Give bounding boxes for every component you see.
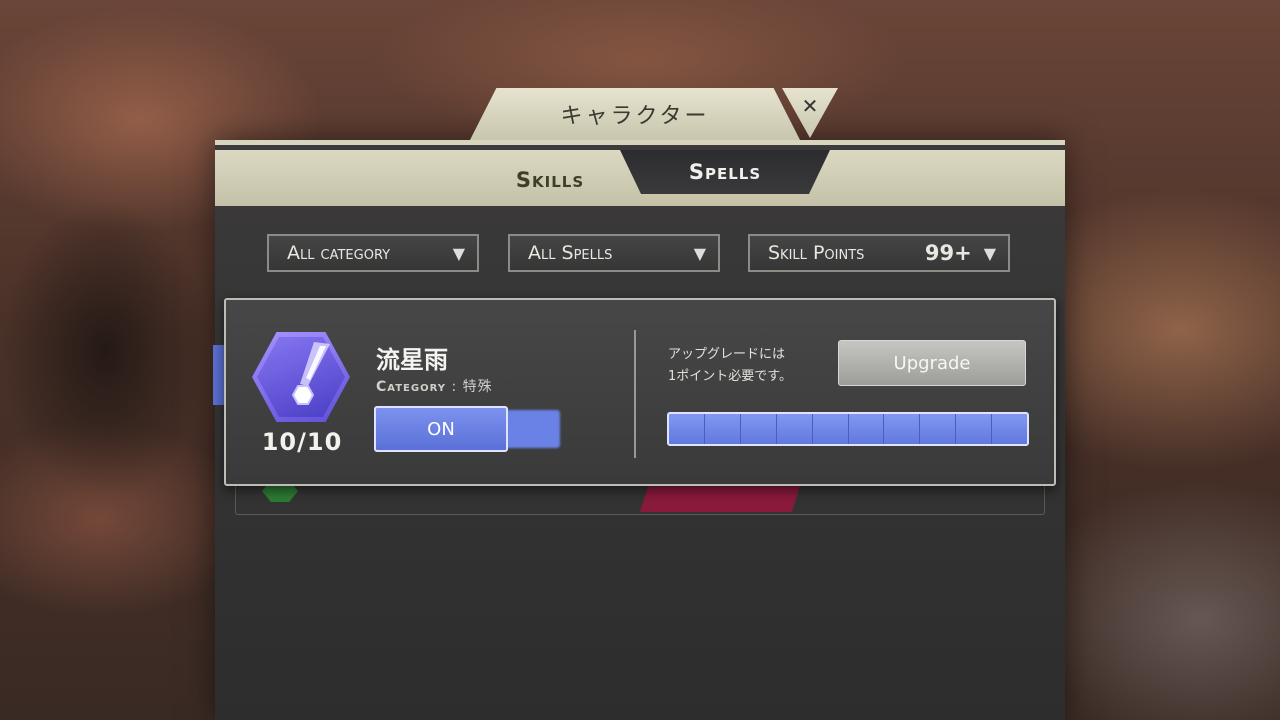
meteor-icon bbox=[291, 342, 330, 405]
progress-segment bbox=[776, 414, 813, 444]
spell-category-separator: : bbox=[451, 379, 463, 395]
spell-toggle[interactable]: ON bbox=[374, 406, 562, 452]
upgrade-progress-bar bbox=[667, 412, 1029, 446]
upgrade-note-line: アップグレードには bbox=[668, 347, 786, 362]
spell-type-dropdown[interactable]: All Spells ▼ bbox=[508, 234, 720, 272]
upgrade-button-label: Upgrade bbox=[893, 352, 971, 374]
panel-trim bbox=[215, 140, 1065, 145]
spell-type-dropdown-label: All Spells bbox=[528, 242, 613, 264]
toggle-label: ON bbox=[427, 418, 455, 440]
spell-category: Category : 特殊 bbox=[376, 376, 493, 396]
spell-card: 10/10 流星雨 Category : 特殊 ON アップグレードには 1ポイ… bbox=[224, 298, 1056, 486]
spell-name: 流星雨 bbox=[376, 346, 448, 374]
skill-points-value: 99+ bbox=[924, 241, 972, 265]
progress-segment bbox=[669, 414, 705, 444]
divider bbox=[634, 330, 636, 458]
progress-segment bbox=[884, 414, 921, 444]
window-title-text: キャラクター bbox=[560, 104, 710, 129]
upgrade-note: アップグレードには 1ポイント必要です。 bbox=[668, 344, 838, 388]
upgrade-button[interactable]: Upgrade bbox=[838, 340, 1026, 386]
progress-segment bbox=[740, 414, 777, 444]
chevron-down-icon: ▼ bbox=[983, 243, 996, 263]
category-dropdown-label: All category bbox=[287, 242, 391, 264]
spell-category-key: Category bbox=[376, 379, 446, 395]
category-dropdown[interactable]: All category ▼ bbox=[267, 234, 479, 272]
spell-category-value: 特殊 bbox=[462, 379, 493, 395]
chevron-down-icon: ▼ bbox=[693, 243, 706, 263]
spell-level: 10/10 bbox=[261, 428, 343, 456]
upgrade-note-line: 1ポイント必要です。 bbox=[668, 369, 792, 384]
progress-segment bbox=[812, 414, 849, 444]
progress-segment bbox=[956, 414, 993, 444]
progress-segment bbox=[848, 414, 885, 444]
progress-segment bbox=[704, 414, 741, 444]
tab-spells-label: Spells bbox=[688, 160, 762, 184]
progress-segment bbox=[920, 414, 957, 444]
chevron-down-icon: ▼ bbox=[452, 243, 465, 263]
tab-skills[interactable]: Skills bbox=[470, 150, 630, 206]
skill-points-dropdown[interactable]: Skill Points 99+ ▼ bbox=[748, 234, 1010, 272]
tab-spells[interactable]: Spells bbox=[620, 150, 830, 194]
progress-segment bbox=[992, 414, 1027, 444]
tab-skills-label: Skills bbox=[515, 168, 585, 192]
toggle-knob: ON bbox=[374, 406, 508, 452]
skill-points-label: Skill Points bbox=[768, 242, 865, 264]
background-shade bbox=[0, 200, 210, 500]
close-icon: ✕ bbox=[801, 94, 819, 118]
window-title: キャラクター bbox=[470, 88, 800, 140]
toggle-track bbox=[504, 410, 560, 448]
